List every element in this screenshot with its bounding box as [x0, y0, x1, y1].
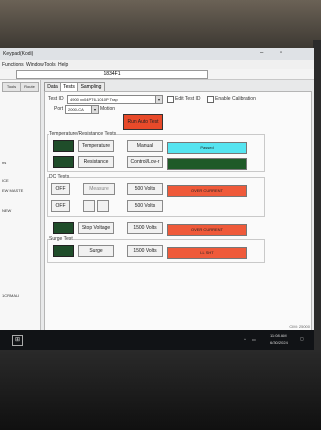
resistance-button[interactable]: Resistance: [78, 156, 114, 168]
step-up-button[interactable]: [97, 200, 109, 212]
surge-volts-button[interactable]: 1500 Volts: [127, 245, 163, 257]
toolbar: 1834F1: [0, 69, 314, 80]
monitor-bezel-bottom: [0, 350, 321, 430]
edit-test-id-checkbox[interactable]: [167, 96, 174, 103]
clock-date[interactable]: 6/30/2024: [270, 340, 288, 345]
left-tab-route[interactable]: Route: [20, 82, 39, 92]
stop-voltage-indicator: [53, 222, 74, 234]
menu-help[interactable]: Help: [58, 62, 68, 68]
status-passed: Passed: [167, 142, 247, 154]
run-auto-test-button[interactable]: Run Auto Test: [123, 114, 163, 130]
enable-calibration-label: Enable Calibration: [215, 96, 256, 102]
surge-status: LL SHT: [167, 247, 247, 259]
status-temperature-2: [167, 158, 247, 170]
menu-functions[interactable]: Functions: [2, 62, 24, 68]
test-id-label: Test ID: [48, 96, 64, 102]
minimize-button[interactable]: –: [260, 50, 263, 56]
dc-status-error: OVER CURRENT: [167, 185, 247, 197]
menu-window[interactable]: Window: [26, 62, 44, 68]
monitor-bezel-right: [313, 40, 321, 360]
left-panel-item[interactable]: NEW: [2, 208, 11, 213]
maximize-button[interactable]: ▫: [280, 50, 282, 56]
monitor-bezel-top: [0, 0, 321, 50]
chevron-down-icon: ▾: [91, 106, 98, 113]
tests-panel: Test ID 4900 xx04PT6-1010P Trap ▾ Edit T…: [44, 91, 312, 348]
measure-button[interactable]: Measure: [83, 183, 115, 195]
port-select[interactable]: 2000-CA ▾: [65, 105, 99, 114]
windows-icon[interactable]: ⊞: [12, 335, 23, 346]
network-icon[interactable]: ▭: [252, 337, 256, 342]
screen: Keypad(Kodi) – ▫ Functions Window Tools …: [0, 48, 314, 350]
dc-off-button-2[interactable]: OFF: [51, 200, 70, 212]
left-panel-item[interactable]: ns: [2, 160, 6, 165]
dc-off-button[interactable]: OFF: [51, 183, 70, 195]
chevron-down-icon: ▾: [155, 96, 162, 103]
step-down-button[interactable]: [83, 200, 95, 212]
edit-test-id-label: Edit Test ID: [175, 96, 201, 102]
temperature-button[interactable]: Temperature: [78, 140, 114, 152]
left-panel: Tools Route ns ICE EW MASTE NEW 1CRMALI: [0, 80, 41, 350]
control-button[interactable]: Control/Lov-r: [127, 156, 163, 168]
left-panel-item[interactable]: EW MASTE: [2, 188, 23, 193]
menu-tools[interactable]: Tools: [44, 62, 56, 68]
notification-icon[interactable]: ▢: [300, 336, 304, 341]
stop-voltage-button[interactable]: Stop Voltage: [78, 222, 114, 234]
test-id-value: 4900 xx04PT6-1010P Trap: [70, 97, 118, 102]
volts-1500-button[interactable]: 1500 Volts: [127, 222, 163, 234]
port-label: Port: [54, 106, 64, 112]
left-tab-tools[interactable]: Tools: [2, 82, 21, 92]
clock-time[interactable]: 11:08 AM: [270, 333, 287, 338]
surge-title: Surge Test: [49, 236, 73, 242]
surge-button[interactable]: Surge: [78, 245, 114, 257]
taskbar: ⊞ ^ ▭ 11:08 AM 6/30/2024 ▢: [0, 330, 314, 350]
temperature-group-title: Temperature/Resistance Tests: [49, 131, 117, 137]
temperature-indicator: [53, 140, 74, 152]
window-title: Keypad(Kodi): [3, 51, 34, 57]
test-id-select[interactable]: 4900 xx04PT6-1010P Trap ▾: [67, 95, 163, 104]
dc-tests-title: DC Tests: [49, 174, 70, 180]
dc-range-button[interactable]: 500 Volts: [127, 183, 163, 195]
menu-bar: Functions Window Tools Help: [0, 60, 314, 69]
manual-button[interactable]: Manual: [127, 140, 163, 152]
left-panel-item[interactable]: 1CRMALI: [2, 293, 19, 298]
dc-range-button-2[interactable]: 500 Volts: [127, 200, 163, 212]
status-bar-text: CIM: 25000: [289, 324, 310, 329]
stop-voltage-status: OVER CURRENT: [167, 224, 247, 236]
resistance-indicator: [53, 156, 74, 168]
surge-indicator: [53, 245, 74, 257]
title-bar: Keypad(Kodi) – ▫: [0, 48, 314, 60]
main-area: Data Tests Sampling Test ID 4900 xx04PT6…: [42, 80, 314, 350]
left-panel-item[interactable]: ICE: [2, 178, 9, 183]
device-selector[interactable]: 1834F1: [16, 70, 208, 79]
enable-calibration-checkbox[interactable]: [207, 96, 214, 103]
port-value: 2000-CA: [68, 107, 84, 112]
chevron-up-icon[interactable]: ^: [244, 337, 246, 342]
mode-label: Motion: [100, 106, 116, 112]
